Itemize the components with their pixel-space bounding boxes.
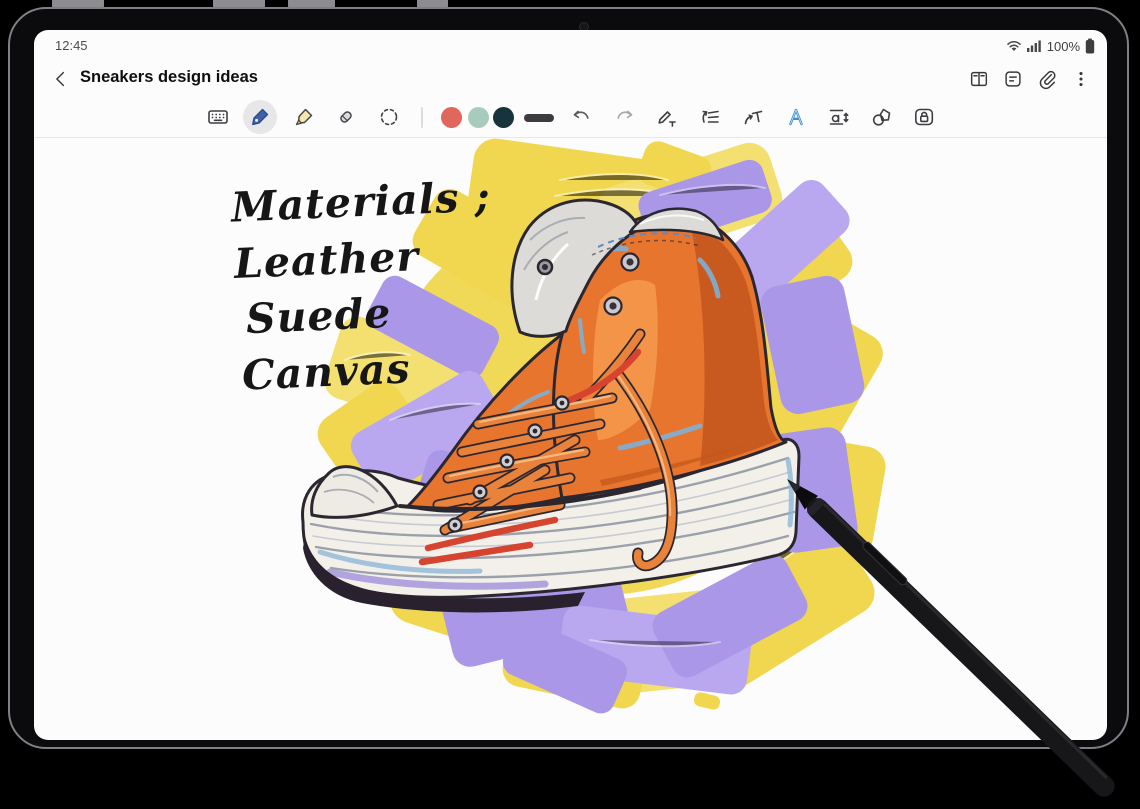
attach-button[interactable] — [1035, 64, 1059, 94]
toolbar-separator — [421, 107, 423, 128]
page-list-icon — [1005, 71, 1021, 87]
note-canvas[interactable] — [34, 138, 1107, 740]
undo-icon — [573, 110, 589, 119]
shape-recognition-button[interactable] — [864, 100, 898, 134]
lock-canvas-icon — [914, 108, 934, 126]
screen: Materials ; Leather Suede Canvas 12:45 1… — [34, 30, 1107, 740]
reading-mode-button[interactable] — [967, 64, 991, 94]
highlighter-icon — [295, 108, 313, 126]
drawing-toolbar — [34, 98, 1107, 138]
clock: 12:45 — [55, 38, 88, 53]
undo-button[interactable] — [565, 100, 599, 134]
wifi-icon — [1007, 41, 1021, 51]
text-spacing-button[interactable] — [821, 100, 855, 134]
reading-mode-icon — [970, 71, 988, 87]
scene: Materials ; Leather Suede Canvas 12:45 1… — [0, 0, 1140, 809]
pen-tool-button[interactable] — [243, 100, 277, 134]
shape-recognition-icon — [872, 108, 891, 126]
pen-icon — [252, 108, 269, 126]
back-chevron-icon — [56, 71, 65, 87]
status-bar: 12:45 100% — [34, 36, 1107, 56]
redo-icon — [617, 110, 633, 119]
page-list-button[interactable] — [1001, 64, 1025, 94]
tilt-text-button[interactable] — [736, 100, 770, 134]
straighten-icon — [702, 110, 719, 123]
text-spacing-icon — [829, 109, 849, 125]
highlighter-tool-button[interactable] — [287, 100, 321, 134]
attachment-icon — [1039, 70, 1056, 90]
lock-canvas-button[interactable] — [907, 100, 941, 134]
battery-icon — [1085, 38, 1095, 54]
convert-to-text-icon — [658, 111, 676, 127]
title-bar: Sneakers design ideas — [34, 62, 1107, 98]
eraser-icon — [340, 111, 352, 123]
tilt-text-icon — [744, 110, 763, 125]
straighten-button[interactable] — [693, 100, 727, 134]
eraser-tool-button[interactable] — [329, 100, 363, 134]
note-title: Sneakers design ideas — [80, 68, 258, 86]
redo-button[interactable] — [607, 100, 641, 134]
lasso-select-tool-button[interactable] — [372, 100, 406, 134]
auto-beautify-icon — [789, 108, 803, 126]
color-swatch-mint[interactable] — [468, 107, 489, 128]
color-swatch-dark-teal[interactable] — [493, 107, 514, 128]
more-options-icon — [1079, 71, 1083, 87]
lasso-icon — [380, 108, 398, 126]
back-button[interactable] — [46, 64, 76, 94]
keyboard-tool-button[interactable] — [201, 100, 235, 134]
keyboard-icon — [208, 110, 228, 124]
battery-percent-label: 100% — [1046, 38, 1080, 54]
stroke-thickness-preview[interactable] — [524, 114, 554, 122]
convert-to-text-button[interactable] — [650, 100, 684, 134]
more-options-button[interactable] — [1069, 64, 1093, 94]
signal-strength-icon — [1026, 40, 1041, 52]
auto-beautify-button[interactable] — [779, 100, 813, 134]
color-swatch-coral[interactable] — [441, 107, 462, 128]
